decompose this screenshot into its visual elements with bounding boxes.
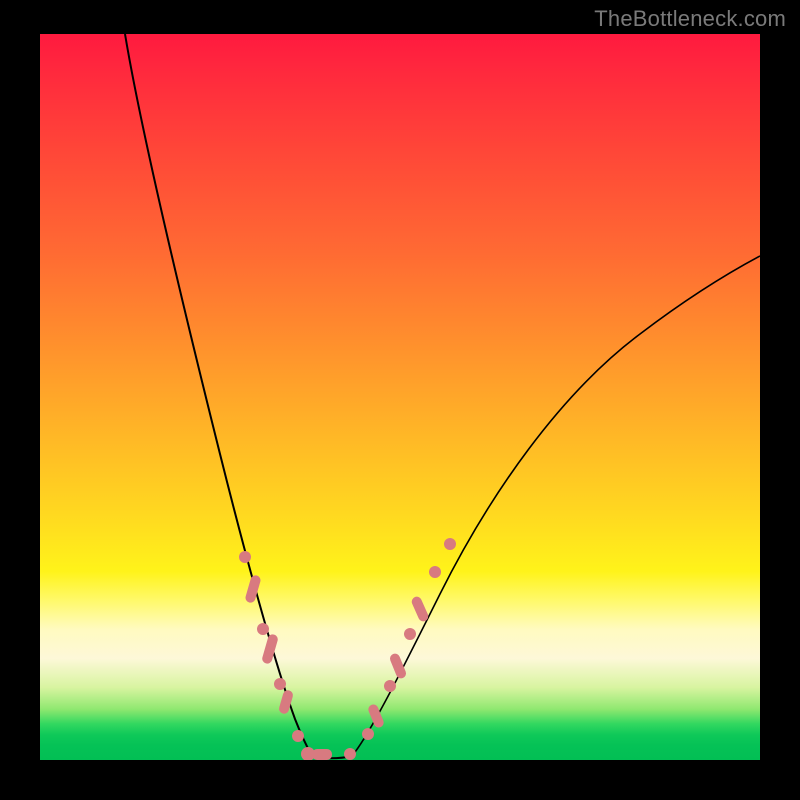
curve-left-branch <box>125 34 312 756</box>
plot-area <box>40 34 760 760</box>
curve-right-branch <box>352 256 760 756</box>
data-nodes <box>239 538 456 760</box>
watermark-text: TheBottleneck.com <box>594 6 786 32</box>
chart-frame: TheBottleneck.com <box>0 0 800 800</box>
curve-layer <box>40 34 760 760</box>
